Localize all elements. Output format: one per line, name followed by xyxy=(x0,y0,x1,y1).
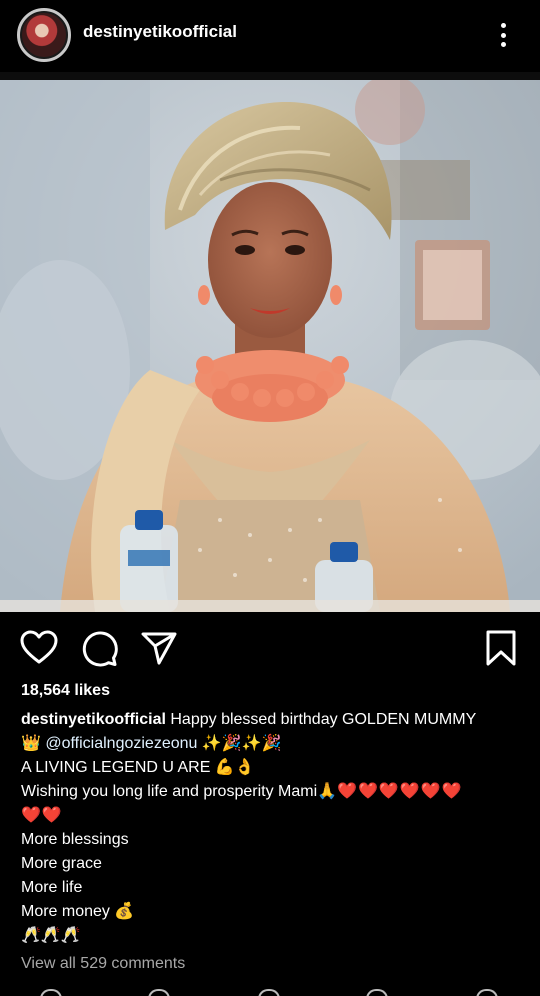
caption-line-5: ❤️❤️ xyxy=(21,807,63,824)
send-icon[interactable] xyxy=(139,628,179,668)
caption-line-9: More money 💰 xyxy=(21,903,135,920)
home-icon[interactable] xyxy=(40,989,62,996)
caption: destinyetikoofficial Happy blessed birth… xyxy=(21,708,521,948)
username[interactable]: destinyetikoofficial xyxy=(83,22,237,42)
heart-icon[interactable] xyxy=(19,628,59,668)
divider xyxy=(0,72,540,80)
likes-count[interactable]: 18,564 likes xyxy=(21,682,110,700)
caption-line-10: 🥂🥂🥂 xyxy=(21,927,81,944)
caption-line-1: destinyetikoofficial Happy blessed birth… xyxy=(21,711,477,728)
caption-line-8: More life xyxy=(21,879,83,896)
avatar[interactable] xyxy=(17,8,71,62)
caption-line-4: Wishing you long life and prosperity Mam… xyxy=(21,783,463,800)
caption-line-2[interactable]: 👑 @officialngoziezeonu ✨🎉✨🎉 xyxy=(21,732,521,756)
post-header: destinyetikoofficial xyxy=(0,0,540,72)
bottom-nav xyxy=(0,982,540,996)
profile-icon[interactable] xyxy=(476,989,498,996)
search-icon[interactable] xyxy=(148,989,170,996)
bookmark-icon[interactable] xyxy=(481,628,521,668)
reels-icon[interactable] xyxy=(258,989,280,996)
more-vertical-icon[interactable] xyxy=(494,20,512,50)
caption-line-7: More grace xyxy=(21,855,102,872)
caption-line-3: A LIVING LEGEND U ARE 💪👌 xyxy=(21,759,255,776)
view-comments-link[interactable]: View all 529 comments xyxy=(21,955,185,973)
comment-icon[interactable] xyxy=(79,628,119,668)
shop-icon[interactable] xyxy=(366,989,388,996)
caption-username[interactable]: destinyetikoofficial xyxy=(21,711,166,728)
post-image[interactable] xyxy=(0,80,540,612)
caption-line-6: More blessings xyxy=(21,831,129,848)
